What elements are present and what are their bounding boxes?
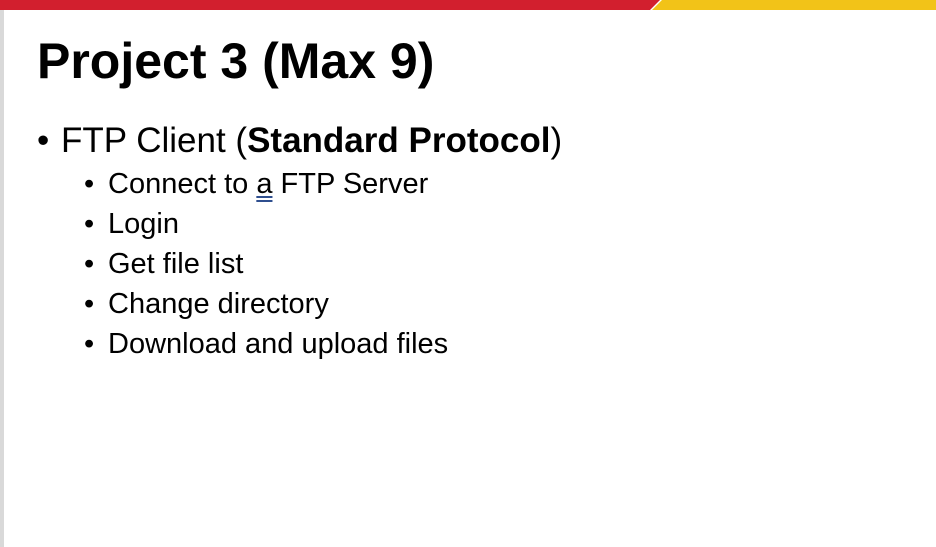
ftp-client-label-suffix: ) <box>550 121 563 160</box>
bullet-ftp-client: • FTP Client (Standard Protocol) <box>0 120 920 162</box>
grammar-marked-word: a <box>256 168 273 200</box>
sub-bullet-download-upload: • Download and upload files <box>0 324 920 364</box>
sub-bullet-marker: • <box>84 168 95 200</box>
sub-bullet-list: • Connect to a FTP Server • Login • Get … <box>0 164 920 364</box>
ftp-client-label: FTP Client ( <box>61 121 248 160</box>
sub-bullet-marker: • <box>84 288 95 320</box>
file-list-text: Get file list <box>108 248 244 280</box>
bullet-list: • FTP Client (Standard Protocol) • Conne… <box>0 120 920 364</box>
sub-bullet-marker: • <box>84 248 95 280</box>
slide-title: Project 3 (Max 9) <box>37 33 435 89</box>
red-accent-stripe <box>0 0 660 10</box>
sub-bullet-login: • Login <box>0 204 920 244</box>
standard-protocol-label: Standard Protocol <box>247 121 551 160</box>
download-upload-text: Download and upload files <box>108 328 449 360</box>
login-text: Login <box>108 208 179 240</box>
sub-bullet-marker: • <box>84 208 95 240</box>
change-directory-text: Change directory <box>108 288 329 320</box>
connect-text-end: FTP Server <box>272 168 429 200</box>
bullet-marker: • <box>37 121 50 160</box>
sub-bullet-file-list: • Get file list <box>0 244 920 284</box>
sub-bullet-change-directory: • Change directory <box>0 284 920 324</box>
sub-bullet-marker: • <box>84 328 95 360</box>
connect-text-start: Connect to <box>108 168 257 200</box>
slide: Project 3 (Max 9) • FTP Client (Standard… <box>0 0 936 547</box>
yellow-accent-stripe <box>652 0 936 10</box>
sub-bullet-connect: • Connect to a FTP Server <box>0 164 920 204</box>
top-accent-band <box>0 0 936 10</box>
